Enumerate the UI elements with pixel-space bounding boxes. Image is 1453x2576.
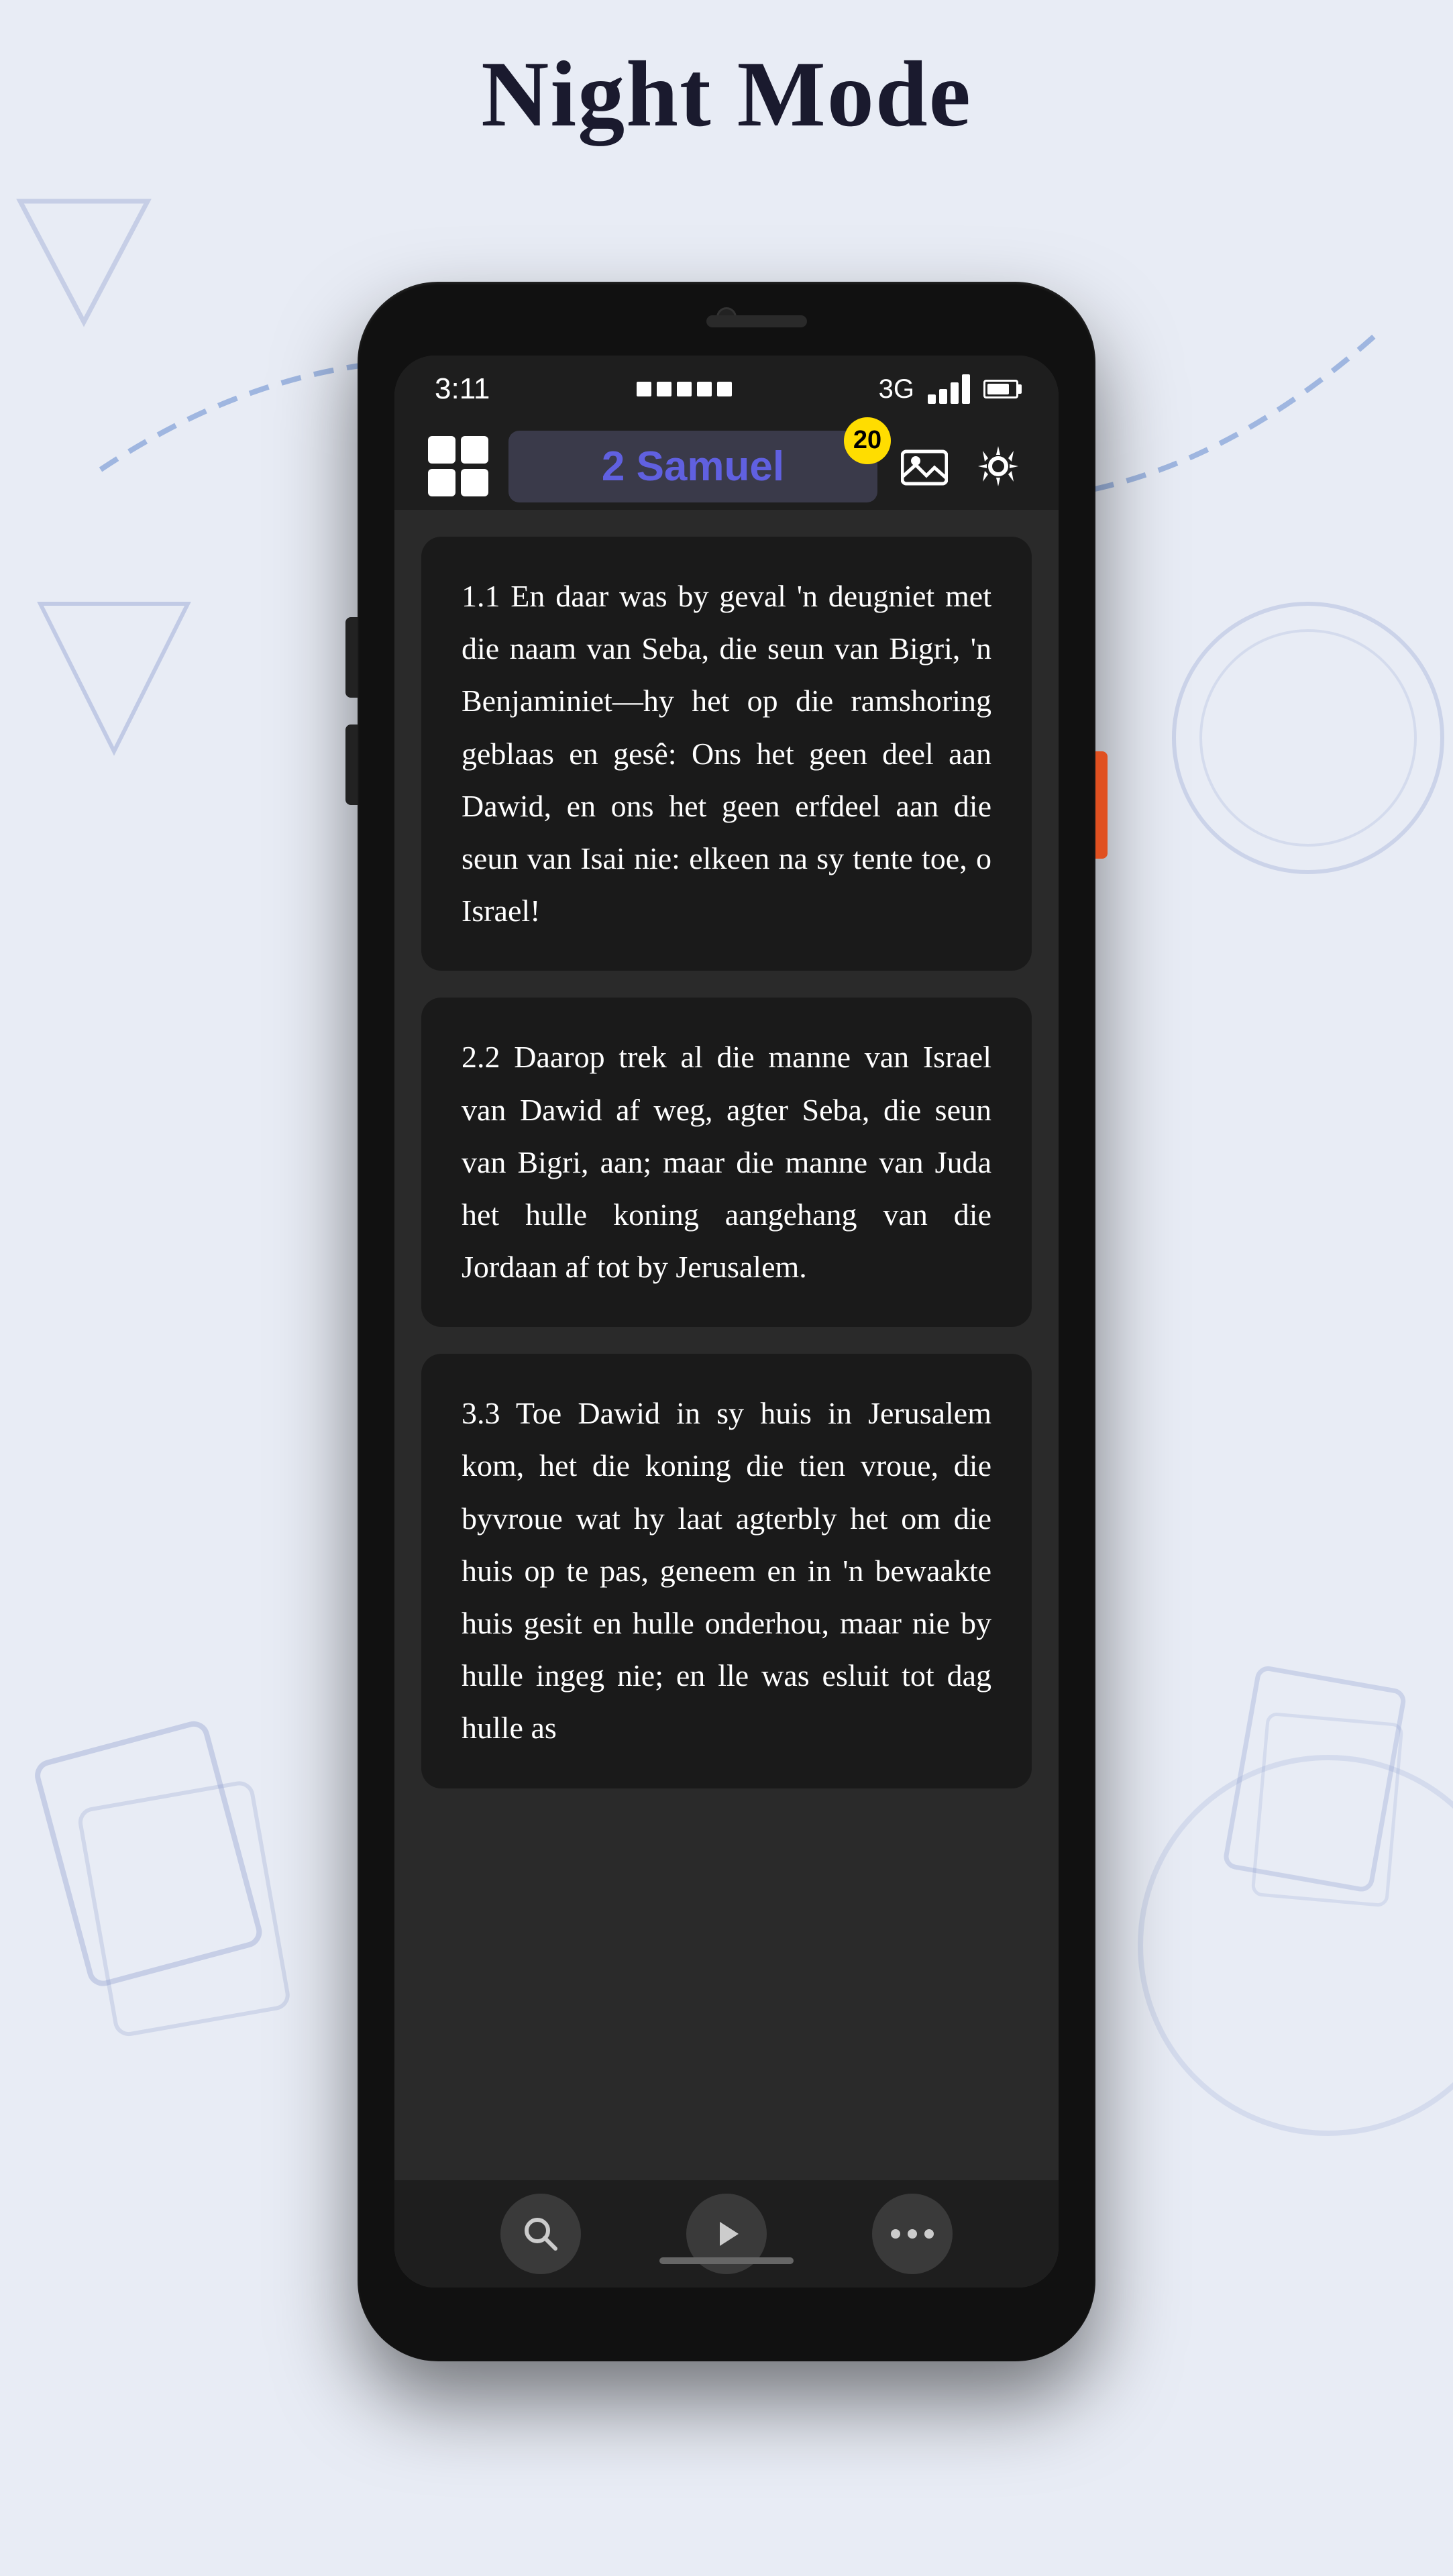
volume-down-button [345, 724, 358, 805]
verse-card-3[interactable]: 3.3 Toe Dawid in sy huis in Jerusalem ko… [421, 1354, 1032, 1788]
logo-square-2 [461, 436, 488, 464]
network-type: 3G [879, 374, 914, 405]
verse-card-2[interactable]: 2.2 Daarop trek al die manne van Israel … [421, 998, 1032, 1327]
signal-dot-3 [677, 382, 692, 396]
logo-square-3 [428, 469, 455, 496]
verse-text-1: 1.1 En daar was by geval 'n deugniet met… [462, 570, 991, 937]
more-nav-button[interactable] [872, 2194, 953, 2274]
battery-icon [983, 380, 1018, 398]
phone-body: 3:11 3G [358, 282, 1095, 2361]
power-button [1095, 751, 1108, 859]
search-nav-button[interactable] [500, 2194, 581, 2274]
volume-up-button [345, 617, 358, 698]
chapter-badge: 20 [844, 417, 891, 464]
header-icons [898, 439, 1025, 493]
signal-dot-2 [657, 382, 671, 396]
signal-dot-1 [637, 382, 651, 396]
verse-text-3: 3.3 Toe Dawid in sy huis in Jerusalem ko… [462, 1387, 991, 1754]
app-logo[interactable] [428, 436, 488, 496]
app-header: 2 Samuel 20 [394, 423, 1059, 510]
signal-strength-icon [928, 374, 970, 404]
signal-dot-4 [697, 382, 712, 396]
verse-text-2: 2.2 Daarop trek al die manne van Israel … [462, 1031, 991, 1293]
gallery-button[interactable] [898, 439, 951, 493]
status-time: 3:11 [435, 372, 490, 406]
home-indicator [659, 2257, 794, 2264]
bottom-nav [394, 2180, 1059, 2288]
logo-square-1 [428, 436, 455, 464]
signal-dot-5 [717, 382, 732, 396]
page-title: Night Mode [0, 40, 1453, 148]
phone-screen: 3:11 3G [394, 356, 1059, 2288]
book-name-label: 2 Samuel [602, 443, 784, 490]
phone-device: 3:11 3G [358, 282, 1095, 2361]
phone-speaker [706, 315, 807, 327]
status-icons: 3G [879, 374, 1018, 405]
settings-button[interactable] [971, 439, 1025, 493]
logo-square-4 [461, 469, 488, 496]
content-area: 1.1 En daar was by geval 'n deugniet met… [394, 510, 1059, 2180]
book-name-selector[interactable]: 2 Samuel 20 [508, 431, 877, 502]
status-bar: 3:11 3G [394, 356, 1059, 423]
verse-card-1[interactable]: 1.1 En daar was by geval 'n deugniet met… [421, 537, 1032, 971]
